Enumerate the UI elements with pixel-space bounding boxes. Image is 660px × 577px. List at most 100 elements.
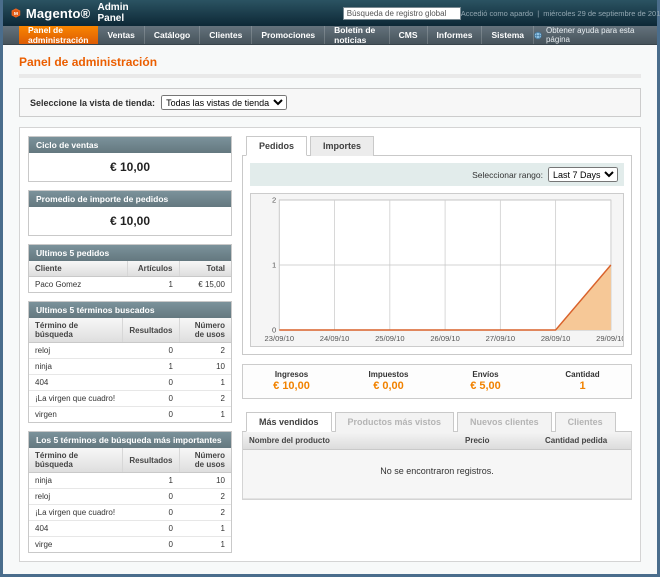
range-label: Seleccionar rango: (472, 170, 543, 180)
stat-value: 1 (534, 380, 631, 392)
nav-item-sistema[interactable]: Sistema (482, 26, 534, 44)
stat-ingresos: Ingresos€ 10,00 (243, 365, 340, 398)
nav-item-panel-de-administraci-n[interactable]: Panel de administración (19, 26, 98, 44)
tab-importes[interactable]: Importes (310, 136, 374, 156)
table-header-row: ClienteArtículosTotal (29, 261, 231, 277)
table-cell: 1 (123, 473, 179, 489)
nav-item-informes[interactable]: Informes (428, 26, 483, 44)
range-select[interactable]: Last 7 Days (548, 167, 618, 182)
dashboard-panel: Ciclo de ventas € 10,00 Promedio de impo… (19, 127, 641, 562)
svg-text:1: 1 (272, 261, 276, 270)
range-selector: Seleccionar rango: Last 7 Days (250, 163, 624, 186)
nav-item-promociones[interactable]: Promociones (252, 26, 325, 44)
column-header: Número de usos (179, 448, 231, 473)
table-cell: ninja (29, 473, 123, 489)
store-view-select[interactable]: Todas las vistas de tienda (161, 95, 287, 110)
current-date: miércoles 29 de septiembre de 2010 (543, 9, 660, 18)
stat-value: € 5,00 (437, 380, 534, 392)
stat-env-os: Envíos€ 5,00 (437, 365, 534, 398)
table-row: reloj02 (29, 489, 231, 505)
stat-label: Ingresos (243, 370, 340, 379)
tab-pedidos[interactable]: Pedidos (246, 136, 307, 156)
empty-records-message: No se encontraron registros. (243, 450, 631, 499)
nav-item-clientes[interactable]: Clientes (200, 26, 252, 44)
separator: | (537, 9, 539, 18)
table-cell: 1 (127, 277, 179, 293)
logo-suffix: Admin Panel (97, 2, 134, 24)
sales-cycle-value: € 10,00 (29, 153, 231, 181)
svg-text:23/09/10: 23/09/10 (265, 334, 294, 343)
table-row: Paco Gomez1€ 15,00 (29, 277, 231, 293)
svg-text:26/09/10: 26/09/10 (430, 334, 459, 343)
table-row: ¡La virgen que cuadro!02 (29, 505, 231, 521)
svg-text:29/09/10: 29/09/10 (596, 334, 623, 343)
store-view-label: Seleccione la vista de tienda: (30, 98, 155, 108)
magento-logo-icon: M (11, 5, 21, 21)
tab-m-s-vendidos[interactable]: Más vendidos (246, 412, 332, 432)
table-cell: ¡La virgen que cuadro! (29, 391, 123, 407)
column-header: Resultados (123, 318, 179, 343)
orders-area-chart: 23/09/10 24/09/10 25/09/10 26/09/10 27/09/10… (251, 194, 623, 346)
orders-tab-content: Seleccionar rango: Last 7 Days 23/09/102… (242, 156, 632, 355)
global-search-input[interactable] (343, 7, 461, 20)
column-header: Cliente (29, 261, 127, 277)
magento-logo: M Magento® Admin Panel (11, 2, 135, 24)
stat-label: Envíos (437, 370, 534, 379)
nav-item-ventas[interactable]: Ventas (98, 26, 144, 44)
orders-amounts-tabs: PedidosImportes (242, 136, 632, 156)
table-cell: 404 (29, 375, 123, 391)
svg-text:25/09/10: 25/09/10 (375, 334, 404, 343)
table-cell: reloj (29, 489, 123, 505)
tab-nuevos-clientes[interactable]: Nuevos clientes (457, 412, 552, 432)
table-cell: 10 (179, 359, 231, 375)
table-cell: € 15,00 (179, 277, 231, 293)
table-cell: 0 (123, 407, 179, 423)
content-area: Panel de administración Seleccione la vi… (3, 45, 657, 574)
column-header: Artículos (127, 261, 179, 277)
logo-text: Magento® (26, 6, 91, 21)
dashboard-right-column: PedidosImportes Seleccionar rango: Last … (242, 136, 632, 553)
table-cell: ninja (29, 359, 123, 375)
table-cell: 404 (29, 521, 123, 537)
svg-text:27/09/10: 27/09/10 (486, 334, 515, 343)
table-row: virge01 (29, 537, 231, 553)
svg-text:M: M (14, 11, 18, 17)
table-cell: 0 (123, 521, 179, 537)
table-row: ninja110 (29, 473, 231, 489)
table-header-row: Término de búsquedaResultadosNúmero de u… (29, 318, 231, 343)
dashboard-left-column: Ciclo de ventas € 10,00 Promedio de impo… (28, 136, 232, 553)
bestsellers-table-shell: Nombre del producto Precio Cantidad pedi… (242, 432, 632, 500)
last-search-terms-box: Ultimos 5 términos buscados Término de b… (28, 301, 232, 423)
page-title: Panel de administración (19, 55, 641, 78)
table-cell: 2 (179, 343, 231, 359)
svg-text:2: 2 (272, 196, 276, 205)
nav-item-bolet-n-de-noticias[interactable]: Boletín de noticias (325, 26, 389, 44)
column-header: Resultados (123, 448, 179, 473)
table-cell: 1 (179, 521, 231, 537)
last-search-terms-table: Término de búsquedaResultadosNúmero de u… (29, 318, 231, 422)
stat-value: € 10,00 (243, 380, 340, 392)
help-link[interactable]: Obtener ayuda para esta página (534, 26, 657, 44)
last-orders-title: Ultimos 5 pedidos (29, 245, 231, 261)
svg-text:0: 0 (272, 326, 276, 335)
last-orders-box: Ultimos 5 pedidos ClienteArtículosTotalP… (28, 244, 232, 293)
table-cell: reloj (29, 343, 123, 359)
nav-item-cms[interactable]: CMS (390, 26, 428, 44)
table-cell: virge (29, 537, 123, 553)
table-row: ninja110 (29, 359, 231, 375)
table-cell: Paco Gomez (29, 277, 127, 293)
nav-items: Panel de administraciónVentasCatálogoCli… (19, 26, 534, 44)
tab-clientes[interactable]: Clientes (555, 412, 616, 432)
top-search-terms-table: Término de búsquedaResultadosNúmero de u… (29, 448, 231, 552)
bestsellers-table: Nombre del producto Precio Cantidad pedi… (243, 432, 631, 450)
magento-admin-page: M Magento® Admin Panel Accedió como apar… (0, 0, 660, 577)
column-header-price: Precio (459, 432, 539, 450)
logged-in-as: Accedió como apardo (461, 9, 534, 18)
stat-impuestos: Impuestos€ 0,00 (340, 365, 437, 398)
nav-item-cat-logo[interactable]: Catálogo (145, 26, 200, 44)
orders-chart: 23/09/10 24/09/10 25/09/10 26/09/10 27/09/10… (250, 193, 624, 347)
table-cell: 0 (123, 343, 179, 359)
column-header-product: Nombre del producto (243, 432, 459, 450)
svg-text:24/09/10: 24/09/10 (320, 334, 349, 343)
tab-productos-m-s-vistos[interactable]: Productos más vistos (335, 412, 455, 432)
